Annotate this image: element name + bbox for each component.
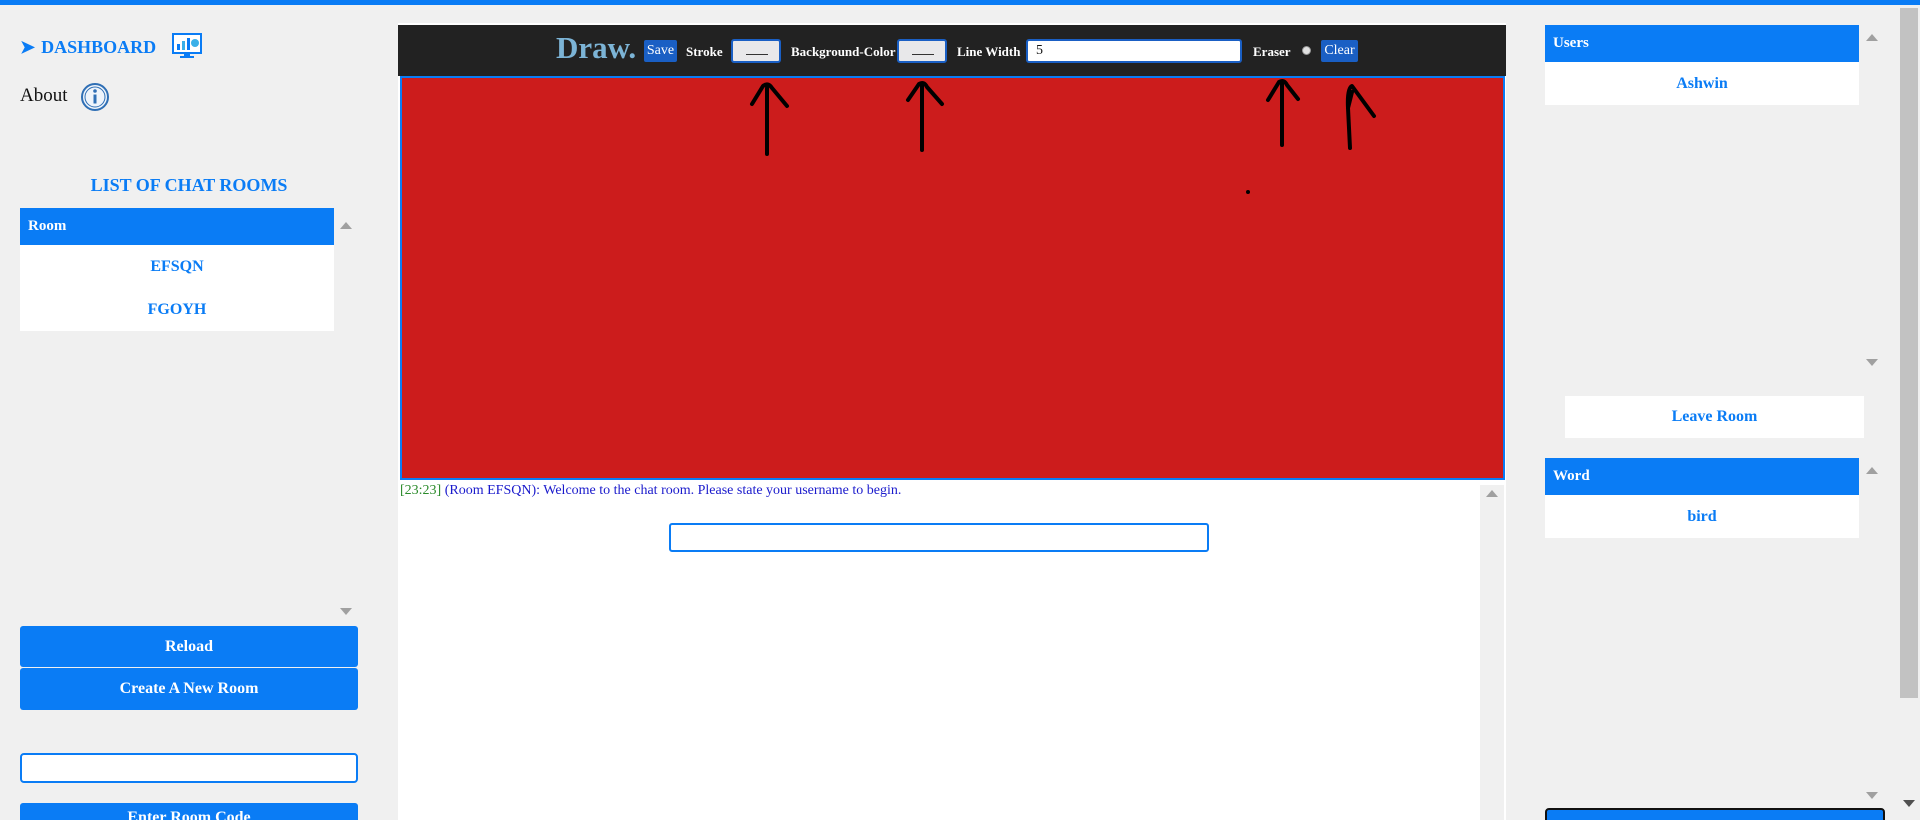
stroke-color-picker[interactable] [731,39,781,63]
enter-room-code-button[interactable]: Enter Room Code [20,803,358,820]
rooms-scroll-up-icon[interactable] [340,222,352,229]
eraser-radio[interactable] [1302,46,1311,55]
line-width-label: Line Width [957,44,1021,59]
bottom-right-button[interactable] [1545,808,1885,820]
create-room-button[interactable]: Create A New Room [20,668,358,710]
rooms-list: Room EFSQN FGOYH [20,208,334,331]
dashboard-label: DASHBOARD [41,36,157,57]
stroke-label: Stroke [686,44,723,59]
word-header: Word [1545,458,1859,495]
users-scroll-down-icon[interactable] [1866,359,1878,366]
save-button[interactable]: Save [644,40,677,62]
chat-scroll-up-icon[interactable] [1486,490,1498,497]
word-value: bird [1545,495,1859,538]
background-color-picker[interactable] [897,39,947,63]
message-timestamp: [23:23] [400,483,442,498]
background-color-label: Background-Color [791,44,896,59]
word-scroll-up-icon[interactable] [1866,467,1878,474]
page-scrollbar-thumb[interactable] [1900,8,1918,698]
word-scroll-down-icon[interactable] [1866,792,1878,799]
users-scroll-up-icon[interactable] [1866,34,1878,41]
dashboard-link[interactable]: ➤ DASHBOARD [20,32,156,62]
clear-button[interactable]: Clear [1321,40,1358,62]
chat-message: [23:23] (Room EFSQN): Welcome to the cha… [400,483,901,499]
reload-button[interactable]: Reload [20,626,358,667]
canvas-drawing-strokes [750,79,1376,194]
leave-room-button[interactable]: Leave Room [1565,396,1864,438]
rooms-scroll-down-icon[interactable] [340,608,352,615]
line-width-input[interactable]: 5 [1026,39,1242,63]
info-icon[interactable] [80,82,110,112]
room-item[interactable]: EFSQN [20,245,334,288]
dashboard-monitor-icon[interactable] [172,33,202,59]
room-item[interactable]: FGOYH [20,288,334,331]
chat-scrollbar[interactable] [1480,485,1504,820]
users-panel: Users Ashwin [1545,25,1859,105]
drawing-toolbar: Draw. Save Stroke Background-Color Line … [398,25,1506,76]
room-code-input[interactable] [20,753,358,783]
page-scroll-down-icon[interactable] [1903,800,1915,807]
chat-input[interactable] [669,523,1209,552]
arrow-right-icon: ➤ [20,36,36,57]
user-item[interactable]: Ashwin [1545,62,1859,105]
app-logo: Draw. [556,30,637,65]
chat-rooms-title: LIST OF CHAT ROOMS [90,175,288,195]
about-link[interactable]: About [20,85,68,107]
word-panel: Word bird [1545,458,1859,538]
drawing-canvas[interactable] [400,76,1505,480]
users-header: Users [1545,25,1859,62]
rooms-header: Room [20,208,334,245]
eraser-label: Eraser [1253,44,1291,59]
message-text: (Room EFSQN): Welcome to the chat room. … [444,483,902,498]
